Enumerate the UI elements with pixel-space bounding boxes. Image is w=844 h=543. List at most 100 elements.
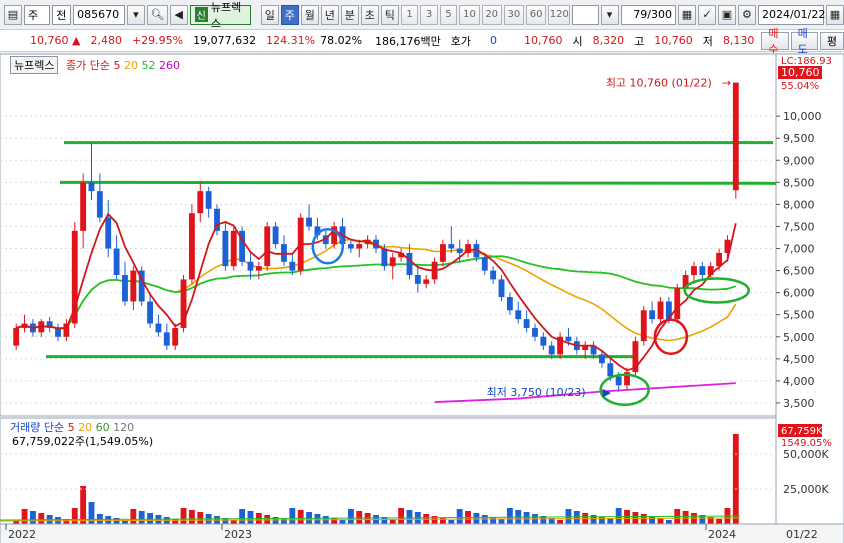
volume-bar [657,518,664,524]
volume-tick-label: 25,000K [783,483,829,496]
candle-body [163,332,170,346]
stock-name: 뉴프렉스 [210,0,242,30]
candle-body [540,336,547,346]
code-input[interactable]: 085670 [73,4,125,25]
candle-body [456,248,463,253]
volume-bar [615,508,622,524]
period-day[interactable]: 일 [260,4,279,25]
interval-60[interactable]: 60 [526,4,547,25]
volume-tag-pct: 1549.05% [781,438,832,449]
eval-button[interactable]: 평 [819,31,844,50]
gear-icon[interactable]: ⚙ [737,4,756,25]
candle-body [264,226,271,267]
candle-body [414,274,421,284]
candle-body [381,248,388,267]
market-select[interactable]: 주 [24,4,51,25]
candle-body [306,217,312,227]
price-legend-prefix: 종가 단순 [65,59,110,72]
type-select[interactable]: 전 [52,4,72,25]
interval-20[interactable]: 20 [481,4,502,25]
candle-body [406,252,413,275]
price-panel-frame [0,54,777,417]
menu-icon[interactable]: ▤ [4,4,22,25]
sell-button[interactable]: 매도 [790,27,818,56]
price-legend: 뉴프렉스 종가 단순 5 20 52 260 [10,56,180,74]
candle-body [565,336,572,342]
volume-bar [247,511,254,524]
candle-body [615,376,622,386]
period-year[interactable]: 년 [320,4,339,25]
low-label: 저 [702,34,713,48]
interval-120[interactable]: 120 [548,4,571,25]
candle-body [423,279,430,284]
candle-body [674,288,681,320]
volume-bar [314,514,321,524]
sound-icon[interactable]: ◀︎ [169,4,188,25]
volume-bar [331,518,338,524]
volume-bar [607,519,614,524]
price-change: 2,480 [90,34,122,47]
interval-5[interactable]: 5 [439,4,458,25]
price-chart[interactable]: 10,000 9,500 9,000 8,500 8,000 7,500 7,000 6,50… [0,54,844,543]
arrow-right-icon: → [722,77,731,90]
candle-body [222,230,229,267]
ma-5-label: 5 [113,59,121,72]
price-tick-label: 4,000 [783,375,815,388]
interval-30[interactable]: 30 [503,4,525,25]
hoga-label: 호가 [450,34,472,48]
candle-body [657,301,664,320]
candle-body [247,261,254,271]
candle-body [205,191,212,209]
volume-bar [682,511,689,524]
stock-name-field[interactable]: 신 뉴프렉스 [189,1,252,30]
candle-body [532,327,538,337]
volume-bar [188,510,195,524]
period-month[interactable]: 월 [300,4,319,25]
count-input[interactable]: 79/300 [620,4,676,25]
candle-body [440,244,446,262]
custom-interval-input[interactable] [572,4,599,25]
period-tick[interactable]: 틱 [380,4,399,25]
interval-1[interactable]: 1 [400,4,419,25]
candle-body [88,182,95,192]
candle-body [506,297,513,311]
volume-bar [180,508,187,524]
candle-body [255,266,262,271]
buy-button[interactable]: 매수 [761,27,789,56]
period-second[interactable]: 초 [360,4,379,25]
candle-body [699,266,706,275]
arrow-right-icon: ▶ [603,386,612,399]
search-icon[interactable]: 🔍︎ [146,4,168,25]
candle-body [523,319,530,328]
volume-bar [197,512,204,524]
price-tick-label: 5,500 [783,309,815,322]
candle-body [691,266,697,275]
count-total: /300 [647,8,672,21]
period-week[interactable]: 주 [280,4,299,25]
candle-body [130,270,137,302]
chart-settings-icon[interactable]: ▦ [677,4,696,25]
code-dropdown-icon[interactable]: ▾ [126,4,145,25]
save-icon[interactable]: ▣ [717,4,736,25]
candle-body [481,257,488,271]
calendar-icon[interactable]: ▦ [825,4,844,25]
interval-3[interactable]: 3 [420,4,438,25]
candle-body [13,327,20,346]
candle-body [490,270,497,280]
candle-body [732,82,739,191]
candle-body [498,279,505,298]
price-tick-label: 9,000 [783,154,815,167]
period-minute[interactable]: 분 [340,4,359,25]
volume-bar [506,508,513,524]
chart-area[interactable]: 10,000 9,500 9,000 8,500 8,000 7,500 7,000 6,50… [0,53,844,543]
date-input[interactable]: 2024/01/22 [757,4,825,25]
candle-body [80,182,87,231]
volume-bar [172,519,179,524]
interval-10[interactable]: 10 [459,4,480,25]
volume-bar [38,513,45,524]
interval-dropdown-icon[interactable]: ▾ [600,4,619,25]
stock-box[interactable]: 뉴프렉스 [10,56,59,74]
candle-body [122,274,128,302]
volume-bar [147,513,153,524]
crosshair-icon[interactable]: ✓ [697,4,716,25]
